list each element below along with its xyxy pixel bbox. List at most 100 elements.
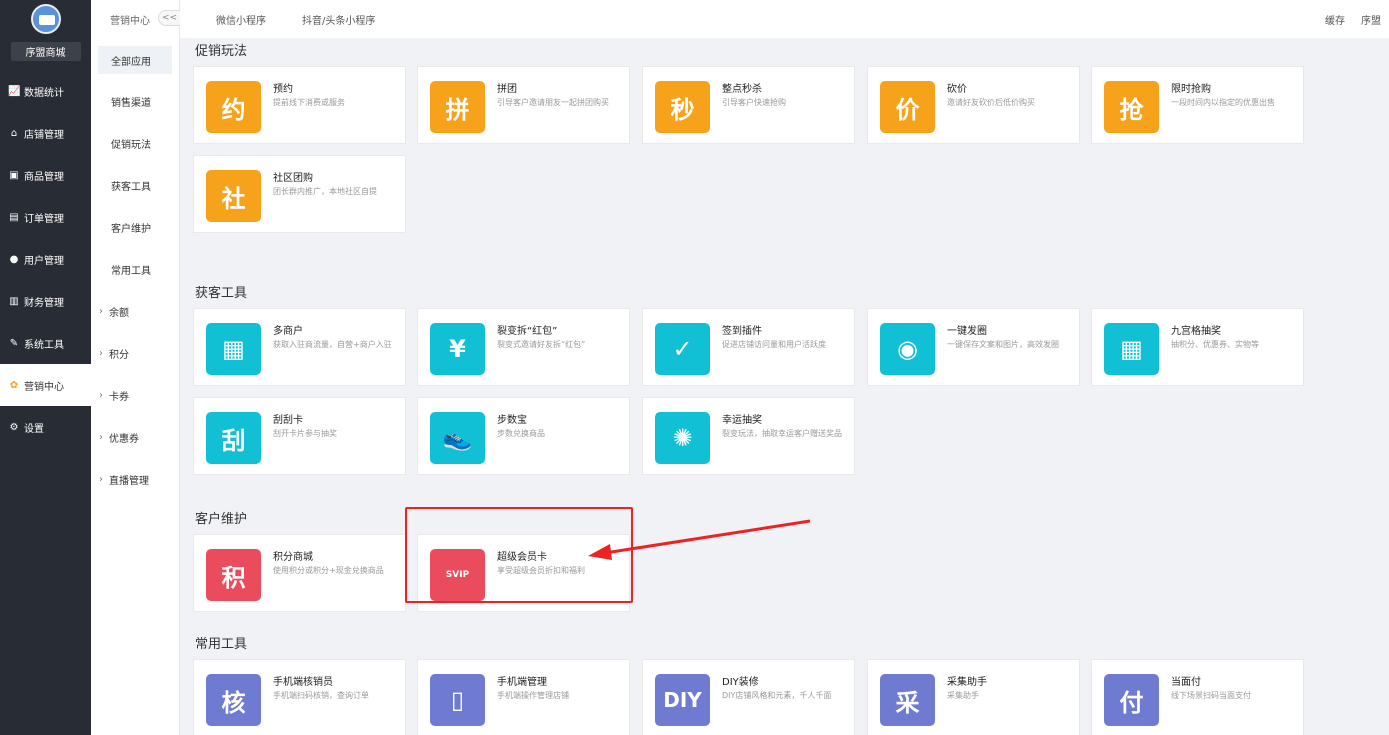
wrench-icon: ✎ (9, 337, 19, 349)
app-description: 一段时间内以指定的优惠出售 (1171, 98, 1275, 107)
app-name: 超级会员卡 (497, 552, 547, 563)
app-description: 采集助手 (947, 691, 979, 700)
shop-icon: ⌂ (10, 127, 18, 139)
app-description: 引导客户快速抢购 (722, 98, 786, 107)
app-card[interactable]: ▦ 九宫格抽奖 抽积分、优惠券、实物等 (1091, 308, 1304, 386)
app-name: 多商户 (273, 326, 303, 337)
bargain-icon: 价 (880, 81, 935, 133)
shop-logo[interactable] (30, 4, 61, 34)
app-name: 裂变拆“红包” (497, 326, 558, 337)
nav-item-users[interactable]: ● 用户管理 (0, 238, 91, 280)
app-description: 裂变玩法，抽取幸运客户赠送奖品 (722, 429, 842, 438)
app-card[interactable]: 付 当面付 线下场景扫码当面支付 (1091, 659, 1304, 735)
scratch-card-icon: 刮 (206, 412, 261, 464)
app-card[interactable]: 社 社区团购团长群内推广，本地社区自提 (193, 155, 406, 233)
nav-item-orders[interactable]: ▤ 订单管理 (0, 196, 91, 238)
app-card[interactable]: SVIP 超级会员卡享受超级会员折扣和福利 (417, 534, 630, 612)
sub-item-acquisition[interactable]: 获客工具 (91, 164, 179, 206)
sub-item-live[interactable]: › 直播管理 (91, 458, 179, 500)
app-description: 享受超级会员折扣和福利 (497, 566, 585, 575)
nav-item-settings[interactable]: ⚙ 设置 (0, 406, 91, 448)
app-card[interactable]: DIY DIY装修 DIY店铺风格和元素，千人千面 (642, 659, 855, 735)
cache-button[interactable]: 缓存 (1325, 12, 1345, 27)
section-title: 促销玩法 (195, 44, 248, 59)
icon-glyph: 社 (221, 184, 246, 213)
app-description: 步数兑换商品 (497, 429, 545, 438)
app-card[interactable]: 秒 整点秒杀 引导客户快速抢购 (642, 66, 855, 144)
sub-nav: 全部应用 销售渠道 促销玩法 获客工具 客户维护 常用工具 › 余额 › 积分 › 卡… (91, 46, 179, 500)
app-card[interactable]: 积 积分商城 使用积分或积分+现金兑换商品 (193, 534, 406, 612)
app-description: 手机端操作管理店铺 (497, 691, 569, 700)
app-name: 拼团 (497, 84, 517, 95)
icon-glyph: 付 (1119, 688, 1144, 717)
nav-item-tools[interactable]: ✎ 系统工具 (0, 322, 91, 364)
icon-glyph: 核 (221, 688, 246, 717)
app-card[interactable]: ▯ 手机端管理 手机端操作管理店铺 (417, 659, 630, 735)
nav-label: 数据统计 (24, 87, 64, 99)
app-card[interactable]: 核 手机端核销员 手机端扫码核销，查询订单 (193, 659, 406, 735)
main-sidebar: 序盟商城 📈 数据统计 ⌂ 店铺管理 ▣ 商品管理 ▤ 订单管理 ● 用户管理 ▥ 财务管理… (0, 0, 91, 735)
flash-sale-icon: 秒 (655, 81, 710, 133)
nav-item-goods[interactable]: ▣ 商品管理 (0, 154, 91, 196)
app-description: 刮开卡片参与抽奖 (273, 429, 337, 438)
icon-glyph: DIY (663, 688, 702, 712)
sub-item-balance[interactable]: › 余额 (91, 290, 179, 332)
tab-douyin-miniprogram[interactable]: 抖音/头条小程序 (302, 12, 375, 27)
sub-item-sales-channel[interactable]: 销售渠道 (91, 80, 179, 122)
sub-item-all-apps[interactable]: 全部应用 (98, 46, 172, 74)
app-name: 手机端管理 (497, 677, 547, 688)
app-card[interactable]: ✺ 幸运抽奖 裂变玩法，抽取幸运客户赠送奖品 (642, 397, 855, 475)
app-description: 提前线下消费或服务 (273, 98, 345, 107)
sub-item-common-tools[interactable]: 常用工具 (91, 248, 179, 290)
app-card[interactable]: ✓ 签到插件 促进店铺访问量和用户活跃度 (642, 308, 855, 386)
app-name: 签到插件 (722, 326, 762, 337)
svip-card-icon: SVIP (430, 549, 485, 601)
sub-item-points[interactable]: › 积分 (91, 332, 179, 374)
chevron-right-icon: › (99, 389, 103, 401)
app-description: 获取入驻商流量，自营+商户入驻 (273, 340, 392, 349)
nav-item-marketing[interactable]: ✿ 营销中心 (0, 364, 91, 406)
nav-label: 系统工具 (24, 339, 64, 351)
app-card[interactable]: 刮 刮刮卡刮开卡片参与抽奖 (193, 397, 406, 475)
sub-item-customer[interactable]: 客户维护 (91, 206, 179, 248)
check-in-icon: ✓ (655, 323, 710, 375)
app-name: 手机端核销员 (273, 677, 333, 688)
app-card[interactable]: ▦ 多商户 获取入驻商流量，自营+商户入驻 (193, 308, 406, 386)
icon-glyph: 抢 (1119, 95, 1144, 124)
nav-item-stats[interactable]: 📈 数据统计 (0, 70, 91, 112)
app-name: 一键发圈 (947, 326, 987, 337)
nav-item-shop[interactable]: ⌂ 店铺管理 (0, 112, 91, 154)
app-card[interactable]: ◉ 一键发圈 一键保存文案和图片，高效发圈 (867, 308, 1080, 386)
app-card[interactable]: 约 预约 提前线下消费或服务 (193, 66, 406, 144)
nav-label: 商品管理 (24, 171, 64, 183)
timed-rush-icon: 抢 (1104, 81, 1159, 133)
user-menu[interactable]: 序盟 (1361, 12, 1389, 27)
chart-line-icon: 📈 (8, 85, 21, 97)
app-name: DIY装修 (722, 677, 759, 688)
icon-glyph: 👟 (442, 424, 473, 452)
app-card[interactable]: 抢 限时抢购 一段时间内以指定的优惠出售 (1091, 66, 1304, 144)
sub-item-promotion[interactable]: 促销玩法 (91, 122, 179, 164)
app-card[interactable]: 👟 步数宝 步数兑换商品 (417, 397, 630, 475)
icon-glyph: ✺ (672, 424, 693, 452)
diy-icon: DIY (655, 674, 710, 726)
app-card[interactable]: ¥ 裂变拆“红包” 裂变式邀请好友拆“红包” (417, 308, 630, 386)
chevron-right-icon: › (99, 305, 103, 317)
tab-wechat-miniprogram[interactable]: 微信小程序 (216, 12, 266, 27)
app-name: 社区团购 (273, 173, 313, 184)
red-packet-icon: ¥ (430, 323, 485, 375)
sub-item-coupons[interactable]: › 优惠券 (91, 416, 179, 458)
app-card[interactable]: 价 砍价 邀请好友砍价后低价购买 (867, 66, 1080, 144)
nav-label: 用户管理 (24, 255, 64, 267)
collapse-button[interactable]: << (158, 10, 180, 26)
nav-item-finance[interactable]: ▥ 财务管理 (0, 280, 91, 322)
section-title: 常用工具 (195, 637, 248, 652)
app-name: 刮刮卡 (273, 415, 303, 426)
app-description: 团长群内推广，本地社区自提 (273, 187, 377, 196)
sub-item-vouchers[interactable]: › 卡券 (91, 374, 179, 416)
app-description: 引导客户邀请朋友一起拼团购买 (497, 98, 609, 107)
app-name: 当面付 (1171, 677, 1201, 688)
app-description: 抽积分、优惠券、实物等 (1171, 340, 1259, 349)
app-card[interactable]: 采采集助手 采集助手 (867, 659, 1080, 735)
app-card[interactable]: 拼 拼团 引导客户邀请朋友一起拼团购买 (417, 66, 630, 144)
